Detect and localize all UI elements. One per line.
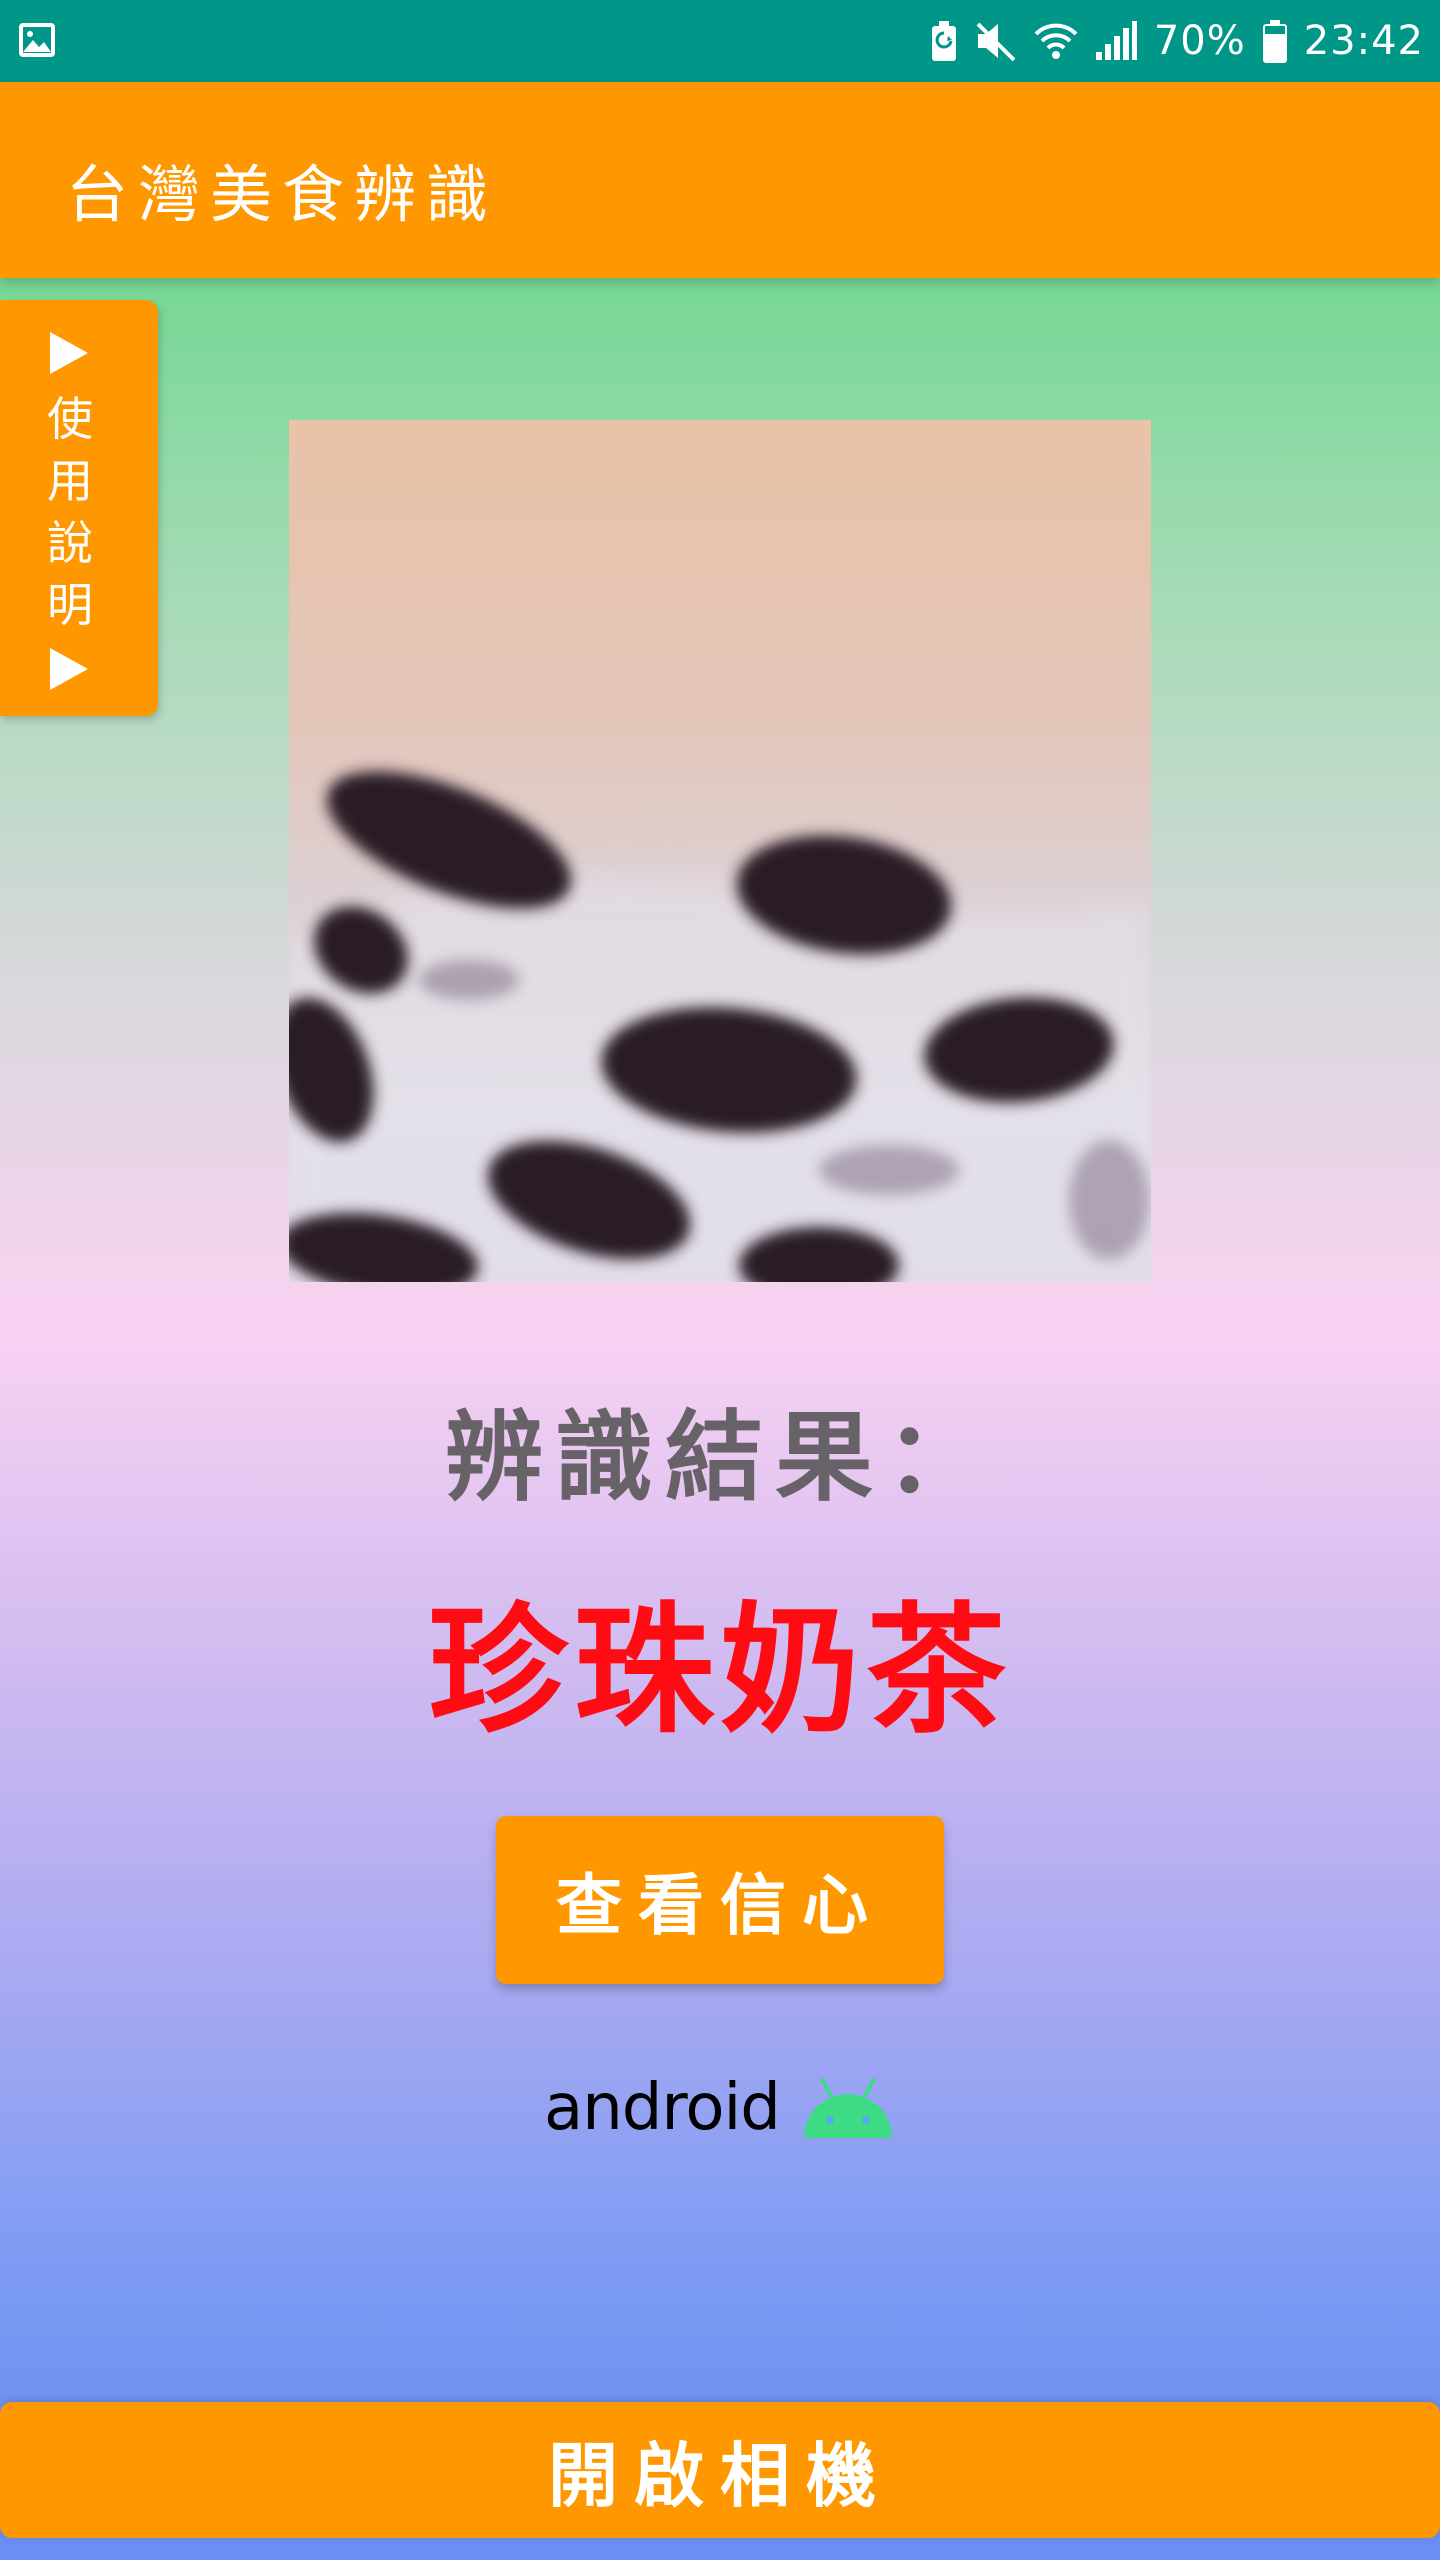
result-value: 珍珠奶茶 bbox=[427, 1590, 1012, 1753]
android-logo: android bbox=[544, 2068, 894, 2148]
play-arrow-icon bbox=[50, 648, 88, 690]
battery-icon bbox=[1262, 20, 1287, 63]
battery-saver-icon bbox=[931, 21, 956, 61]
status-icons: 70% 23:42 bbox=[930, 0, 1424, 82]
android-wordmark: android bbox=[544, 2071, 781, 2145]
status-bar: 70% 23:42 bbox=[0, 0, 1440, 82]
play-arrow-icon bbox=[50, 332, 88, 374]
signal-icon bbox=[1095, 21, 1137, 60]
instructions-label: 使用說明 bbox=[47, 392, 93, 632]
view-confidence-button[interactable]: 查看信心 bbox=[496, 1816, 944, 1984]
image-icon bbox=[19, 23, 55, 57]
result-heading: 辨識結果： bbox=[444, 1401, 995, 1515]
instructions-tab[interactable]: 使用說明 bbox=[0, 300, 158, 716]
bubble-tea-photo bbox=[289, 420, 1151, 1282]
android-robot-icon bbox=[804, 2078, 892, 2138]
app-bar: 台灣美食辨識 bbox=[0, 82, 1440, 278]
open-camera-button[interactable]: 開啟相機 bbox=[0, 2402, 1440, 2538]
captured-photo bbox=[289, 420, 1151, 1282]
app-title: 台灣美食辨識 bbox=[66, 158, 499, 231]
mute-icon bbox=[976, 22, 1016, 62]
battery-percent: 70% bbox=[1153, 18, 1246, 64]
clock: 23:42 bbox=[1303, 18, 1424, 64]
wifi-icon bbox=[1034, 23, 1078, 59]
